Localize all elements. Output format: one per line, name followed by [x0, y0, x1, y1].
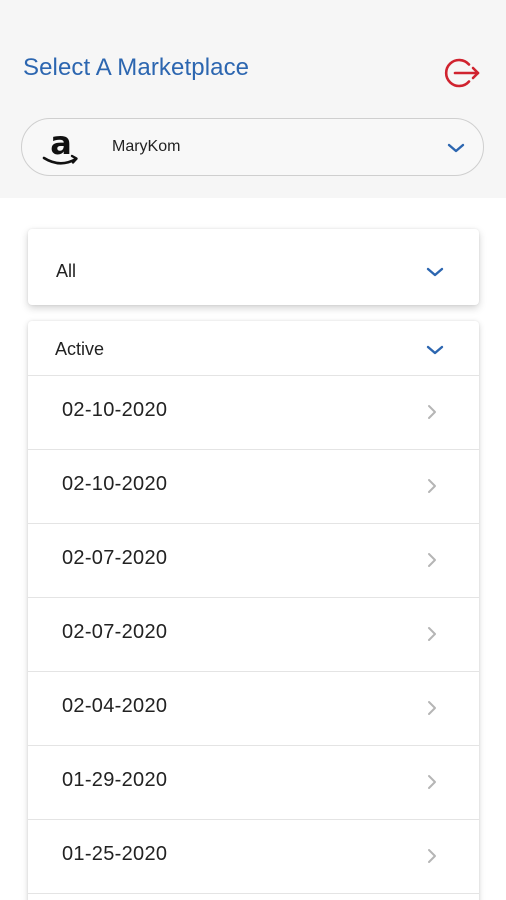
status-selected-value: Active [55, 339, 105, 359]
list-item-date: 02-07-2020 [62, 621, 168, 643]
chevron-right-icon [428, 553, 436, 567]
chevron-right-icon [428, 627, 436, 641]
date-rows: 02-10-2020 02-10-2020 02-07-2020 02-07-2… [28, 376, 479, 894]
list-item[interactable]: 02-04-2020 [28, 672, 479, 746]
status-dropdown[interactable]: Active [28, 321, 479, 376]
chevron-down-icon [447, 143, 465, 153]
list-item[interactable]: 01-29-2020 [28, 746, 479, 820]
list-item-date: 01-29-2020 [62, 769, 168, 791]
chevron-right-icon [428, 775, 436, 789]
marketplace-screen: Select A Marketplace a MaryKom All Activ… [0, 0, 506, 900]
list-item[interactable]: 01-25-2020 [28, 820, 479, 894]
chevron-down-icon [426, 267, 444, 277]
list-item-date: 01-25-2020 [62, 843, 168, 865]
list-item[interactable]: 02-10-2020 [28, 376, 479, 450]
orders-list: Active 02-10-2020 02-10-2020 02-07-2020 … [28, 321, 479, 900]
filter-selected-value: All [56, 261, 77, 281]
marketplace-account-name: MaryKom [112, 138, 181, 155]
logout-button[interactable] [443, 55, 483, 91]
header: Select A Marketplace a MaryKom [0, 0, 506, 198]
chevron-right-icon [428, 479, 436, 493]
chevron-right-icon [428, 701, 436, 715]
list-item[interactable]: 02-07-2020 [28, 524, 479, 598]
list-item-date: 02-10-2020 [62, 473, 168, 495]
list-item[interactable]: 02-07-2020 [28, 598, 479, 672]
list-item[interactable]: 02-10-2020 [28, 450, 479, 524]
chevron-right-icon [428, 405, 436, 419]
chevron-down-icon [426, 345, 444, 355]
marketplace-dropdown[interactable]: a MaryKom [21, 118, 484, 176]
page-title: Select A Marketplace [23, 54, 250, 81]
svg-text:a: a [50, 125, 72, 162]
amazon-logo-icon: a [42, 125, 78, 165]
list-item-date: 02-10-2020 [62, 399, 168, 421]
list-item-date: 02-07-2020 [62, 547, 168, 569]
list-item-date: 02-04-2020 [62, 695, 168, 717]
filter-dropdown[interactable]: All [28, 229, 479, 305]
chevron-right-icon [428, 849, 436, 863]
logout-icon [444, 58, 480, 88]
